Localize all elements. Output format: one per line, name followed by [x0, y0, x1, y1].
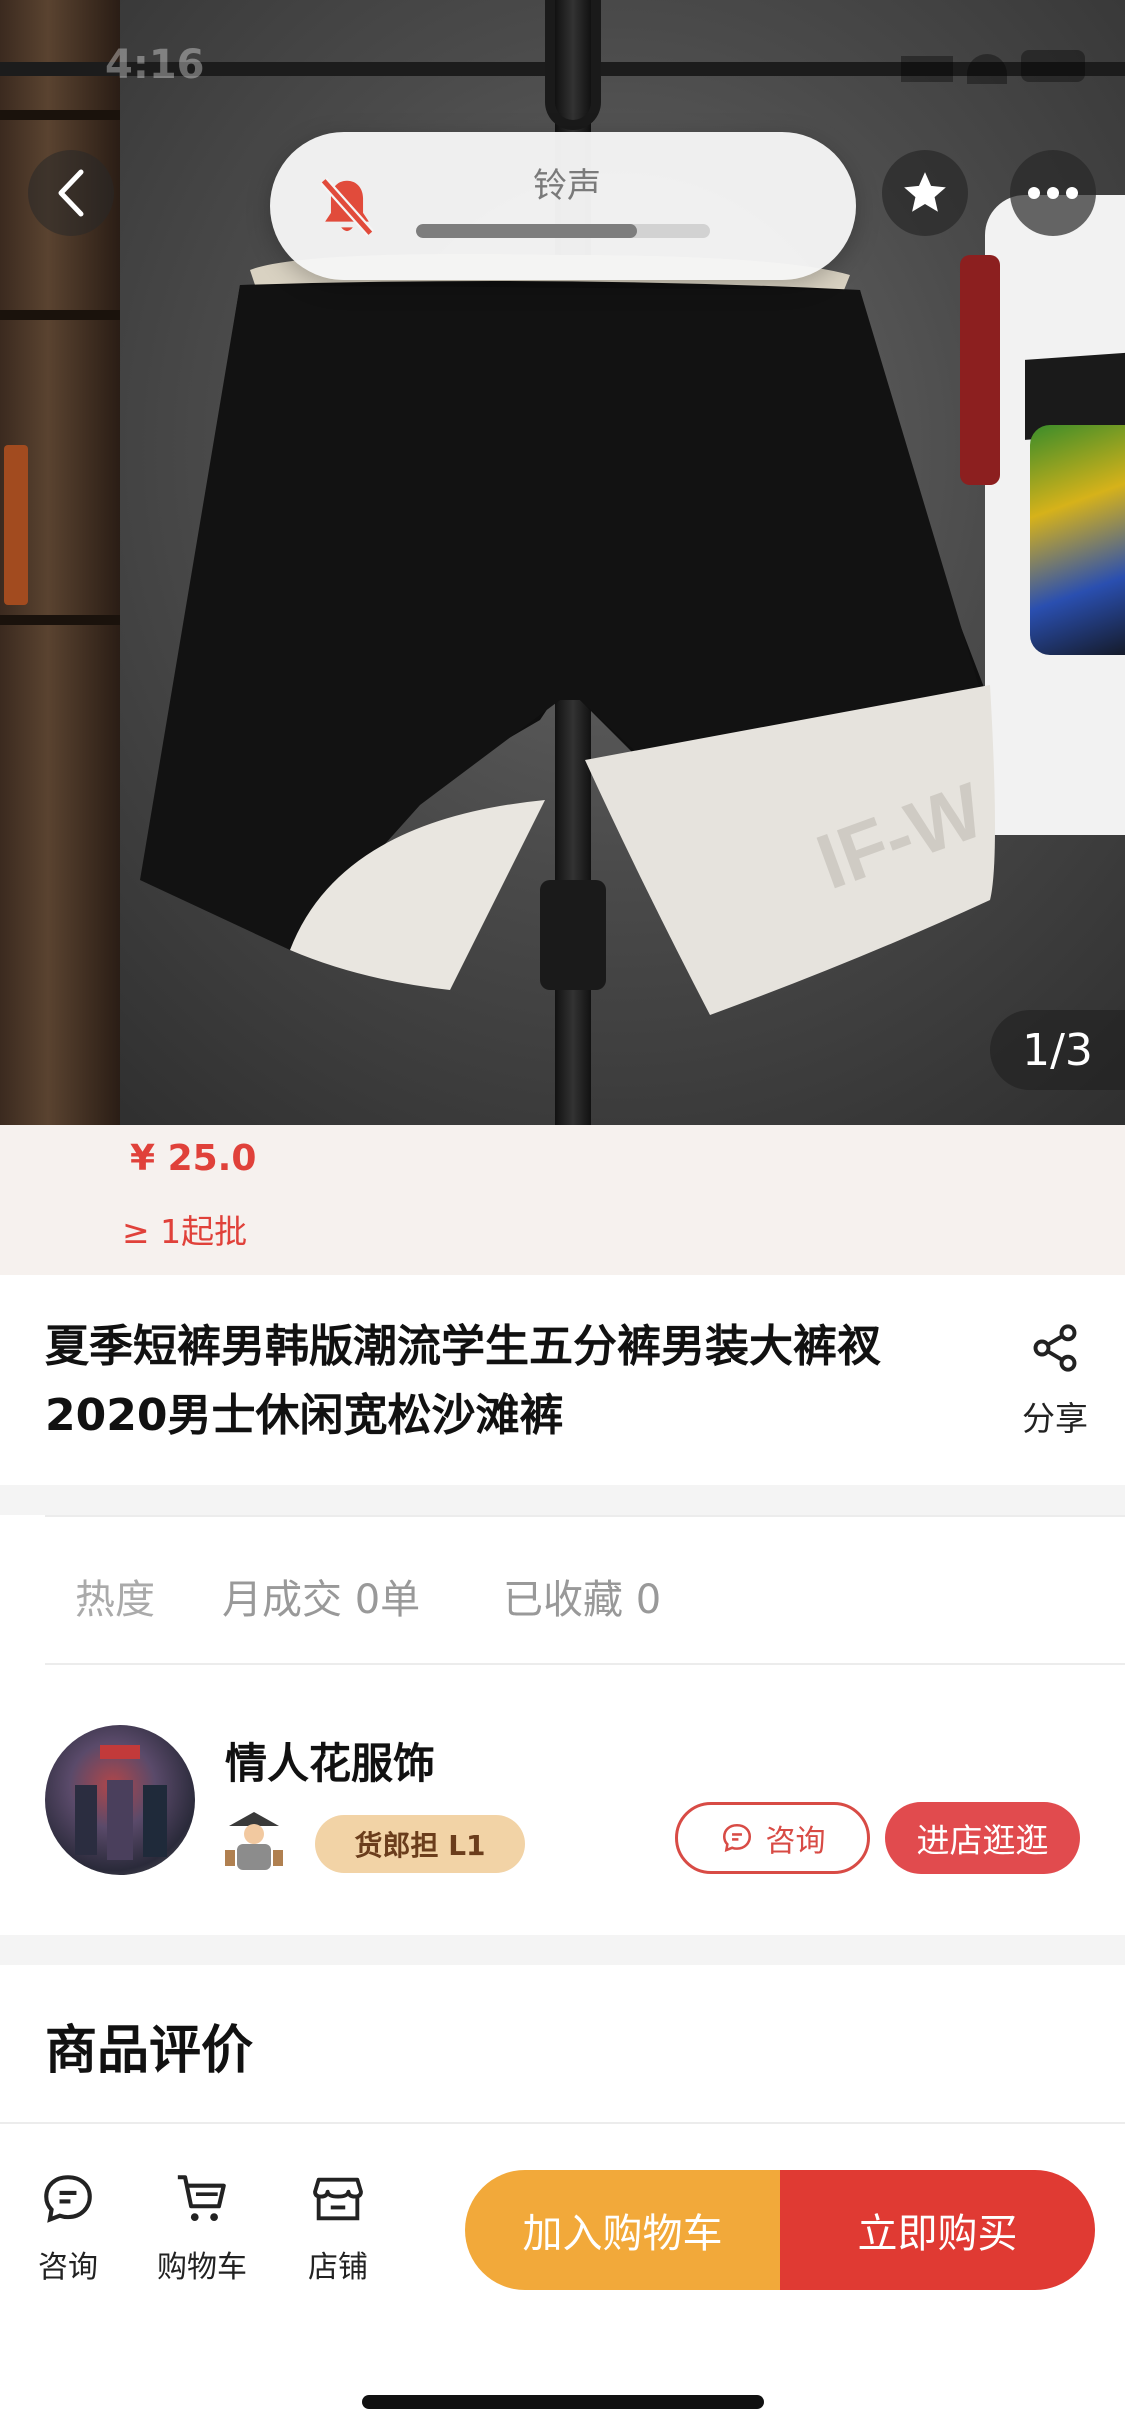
home-indicator[interactable]	[362, 2395, 764, 2409]
buy-now-button[interactable]: 立即购买	[780, 2170, 1095, 2290]
chevron-left-icon	[58, 169, 84, 217]
status-time: 4:16	[105, 42, 205, 88]
add-to-cart-button[interactable]: 加入购物车	[465, 2170, 780, 2290]
more-dot	[1047, 187, 1059, 199]
more-dot	[1066, 187, 1078, 199]
section-divider	[0, 1485, 1125, 1515]
chat-icon	[44, 2175, 92, 2223]
enter-shop-button[interactable]: 进店逛逛	[885, 1802, 1080, 1874]
signal-icon	[901, 56, 953, 82]
cta-group: 加入购物车 立即购买	[465, 2170, 1095, 2290]
store-icon	[313, 2177, 363, 2221]
level-badge: 货郎担 L1	[315, 1815, 525, 1873]
heat-label: 热度	[75, 1577, 155, 1623]
volume-track	[416, 224, 710, 238]
reviews-title: 商品评价	[45, 2021, 254, 2081]
avatar-clothes	[107, 1780, 133, 1860]
more-button[interactable]	[1010, 150, 1096, 236]
tab-label: 店铺	[308, 2250, 368, 2285]
battery-icon	[1021, 50, 1085, 82]
ringer-label: 铃声	[533, 166, 601, 206]
chat-icon	[722, 1823, 751, 1853]
star-icon	[904, 172, 946, 212]
price: ¥ 25.0	[130, 1138, 257, 1179]
tab-label: 购物车	[157, 2250, 247, 2285]
stats-row: 热度 月成交 0单 已收藏 0	[45, 1515, 1125, 1665]
avatar-clothes	[75, 1785, 97, 1855]
title-line-1: 夏季短裤男韩版潮流学生五分裤男装大裤衩	[45, 1321, 881, 1372]
min-order-quantity: ≥ 1起批	[122, 1212, 248, 1251]
back-button[interactable]	[28, 150, 114, 236]
ringer-hud: 铃声	[270, 132, 856, 280]
share-button[interactable]: 分享	[1005, 1322, 1105, 1440]
consult-label: 咨询	[765, 1824, 826, 1859]
tab-consult[interactable]: 咨询	[13, 2170, 123, 2286]
tab-label: 咨询	[38, 2250, 98, 2285]
avatar-sign	[100, 1745, 140, 1759]
favorite-button[interactable]	[882, 150, 968, 236]
monthly-sales: 月成交 0单	[222, 1577, 421, 1623]
product-title: 夏季短裤男韩版潮流学生五分裤男装大裤衩 2020男士休闲宽松沙滩裤	[45, 1312, 975, 1450]
consult-button[interactable]: 咨询	[675, 1802, 870, 1874]
hanger-clamp	[540, 880, 606, 990]
shop-avatar[interactable]	[45, 1725, 195, 1875]
favorites-count: 已收藏 0	[503, 1577, 662, 1623]
volume-fill	[416, 224, 637, 238]
section-divider	[0, 1935, 1125, 1965]
tab-cart[interactable]: 购物车	[147, 2170, 257, 2286]
tab-store[interactable]: 店铺	[283, 2170, 393, 2286]
title-line-2: 2020男士休闲宽松沙滩裤	[45, 1390, 564, 1441]
avatar-clothes	[143, 1785, 167, 1857]
peddler-icon	[225, 1812, 283, 1870]
share-label: 分享	[1022, 1399, 1088, 1438]
share-icon	[1033, 1324, 1077, 1372]
image-counter: 1/3	[990, 1010, 1125, 1090]
shop-name[interactable]: 情人花服饰	[225, 1730, 435, 1791]
status-icons	[901, 50, 1085, 84]
wifi-icon	[967, 54, 1007, 84]
more-dot	[1028, 187, 1040, 199]
cart-icon	[177, 2175, 226, 2221]
